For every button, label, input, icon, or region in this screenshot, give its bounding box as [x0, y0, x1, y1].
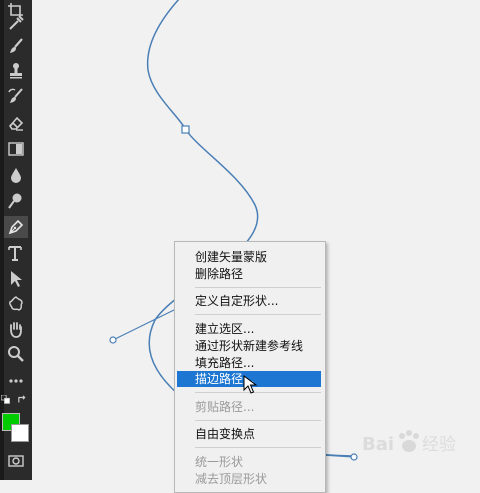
baidu-jingyan-watermark: Bai 经验	[362, 430, 456, 455]
mouse-pointer-icon	[243, 375, 258, 394]
menu-item-make-selection[interactable]: 建立选区...	[195, 321, 254, 337]
menu-item-new-guides-from-shape[interactable]: 通过形状新建参考线	[195, 338, 303, 354]
menu-item-unite-shapes: 统一形状	[195, 455, 244, 469]
menu-item-delete-path[interactable]: 删除路径	[195, 266, 243, 282]
menu-separator	[195, 447, 321, 448]
direction-handle-line	[112, 307, 179, 341]
svg-text:Bai: Bai	[362, 434, 394, 455]
context-menu: 创建矢量蒙版 删除路径 定义自定形状... 建立选区... 通过形状新建参考线 …	[174, 241, 326, 493]
direction-handle-point[interactable]	[109, 336, 117, 344]
menu-item-subtract-front-shape: 减去顶层形状	[195, 472, 268, 486]
menu-item-fill-path[interactable]: 填充路径...	[195, 355, 254, 371]
menu-separator	[195, 287, 321, 288]
menu-separator	[195, 420, 321, 421]
menu-item-free-transform-points[interactable]: 自由变换点	[195, 426, 255, 442]
menu-item-define-custom-shape[interactable]: 定义自定形状...	[195, 293, 278, 309]
direction-handle-point[interactable]	[350, 453, 358, 461]
anchor-point[interactable]	[181, 125, 190, 134]
menu-separator	[195, 314, 321, 315]
menu-item-clipping-path: 剪贴路径...	[195, 400, 255, 414]
menu-item-make-vector-mask[interactable]: 创建矢量蒙版	[195, 249, 267, 265]
svg-text:经验: 经验	[422, 435, 456, 455]
